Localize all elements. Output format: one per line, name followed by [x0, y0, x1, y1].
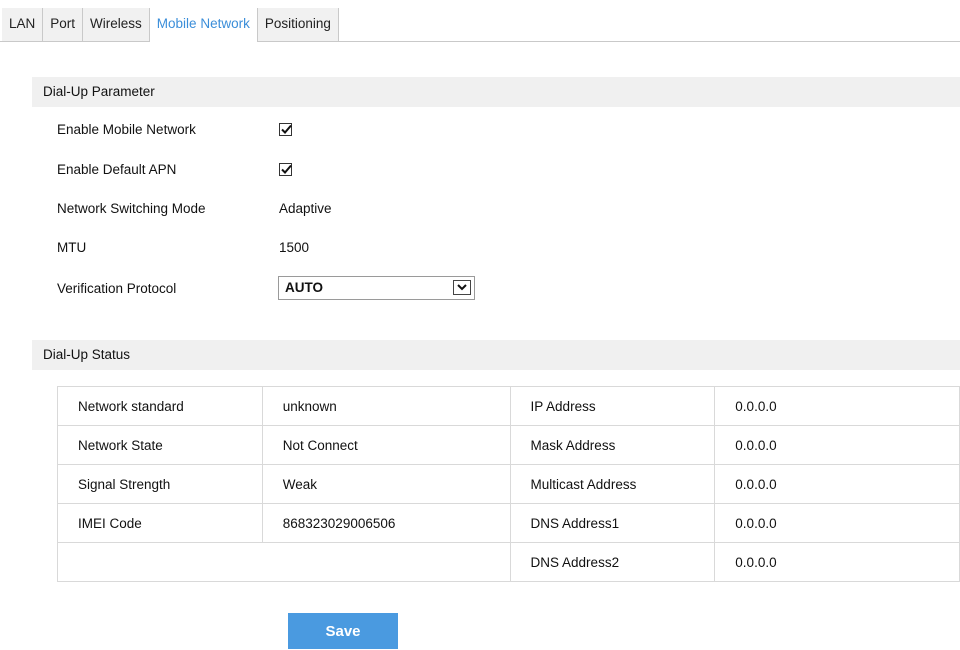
status-value: 0.0.0.0	[714, 464, 960, 504]
status-label: Signal Strength	[57, 464, 263, 504]
status-value: Weak	[261, 464, 511, 504]
status-label: DNS Address2	[509, 542, 716, 582]
verification-protocol-label: Verification Protocol	[57, 281, 177, 296]
table-row: IMEI Code 868323029006506 DNS Address1 0…	[57, 503, 960, 543]
dialup-parameter-header: Dial-Up Parameter	[32, 77, 960, 107]
table-row: Network standard unknown IP Address 0.0.…	[57, 386, 960, 426]
status-label: Network State	[57, 425, 263, 465]
mtu-label: MTU	[57, 240, 87, 255]
status-value: 868323029006506	[261, 503, 511, 543]
status-label: Multicast Address	[509, 464, 716, 504]
tab-mobile-network[interactable]: Mobile Network	[149, 8, 258, 42]
table-row: Signal Strength Weak Multicast Address 0…	[57, 464, 960, 504]
enable-mobile-network-label: Enable Mobile Network	[57, 122, 196, 137]
status-value: 0.0.0.0	[714, 503, 960, 543]
empty-cell	[57, 542, 511, 582]
tab-port[interactable]: Port	[43, 8, 84, 41]
status-label: DNS Address1	[509, 503, 716, 543]
status-value: unknown	[261, 386, 511, 426]
tab-lan[interactable]: LAN	[2, 8, 44, 41]
status-value: Not Connect	[261, 425, 511, 465]
status-label: IP Address	[509, 386, 716, 426]
status-value: 0.0.0.0	[714, 542, 960, 582]
enable-default-apn-label: Enable Default APN	[57, 162, 177, 177]
verification-protocol-select[interactable]: AUTO	[278, 276, 475, 300]
tab-bar: LAN Port Wireless Mobile Network Positio…	[0, 8, 960, 42]
tab-wireless[interactable]: Wireless	[83, 8, 150, 41]
enable-default-apn-checkbox[interactable]	[279, 163, 292, 176]
mtu-value: 1500	[279, 240, 310, 255]
status-value: 0.0.0.0	[714, 386, 960, 426]
status-value: 0.0.0.0	[714, 425, 960, 465]
network-switching-mode-row: Network Switching Mode Adaptive	[57, 197, 657, 221]
save-button[interactable]: Save	[288, 613, 398, 649]
mtu-row: MTU 1500	[57, 236, 657, 260]
tab-positioning[interactable]: Positioning	[257, 8, 339, 41]
check-icon	[281, 124, 292, 134]
check-icon	[281, 164, 292, 174]
dialup-status-header: Dial-Up Status	[32, 340, 960, 370]
chevron-down-icon[interactable]	[453, 280, 471, 295]
enable-mobile-network-checkbox[interactable]	[279, 123, 292, 136]
dialup-status-table: Network standard unknown IP Address 0.0.…	[57, 386, 960, 582]
enable-default-apn-row: Enable Default APN	[57, 158, 657, 182]
status-label: Network standard	[57, 386, 263, 426]
table-row: Network State Not Connect Mask Address 0…	[57, 425, 960, 465]
verification-protocol-selected-value: AUTO	[285, 280, 324, 295]
table-row: DNS Address2 0.0.0.0	[57, 542, 960, 582]
verification-protocol-row: Verification Protocol AUTO	[57, 276, 657, 300]
network-switching-mode-label: Network Switching Mode	[57, 201, 206, 216]
network-switching-mode-value: Adaptive	[279, 201, 332, 216]
enable-mobile-network-row: Enable Mobile Network	[57, 118, 657, 142]
status-label: Mask Address	[509, 425, 716, 465]
status-label: IMEI Code	[57, 503, 263, 543]
